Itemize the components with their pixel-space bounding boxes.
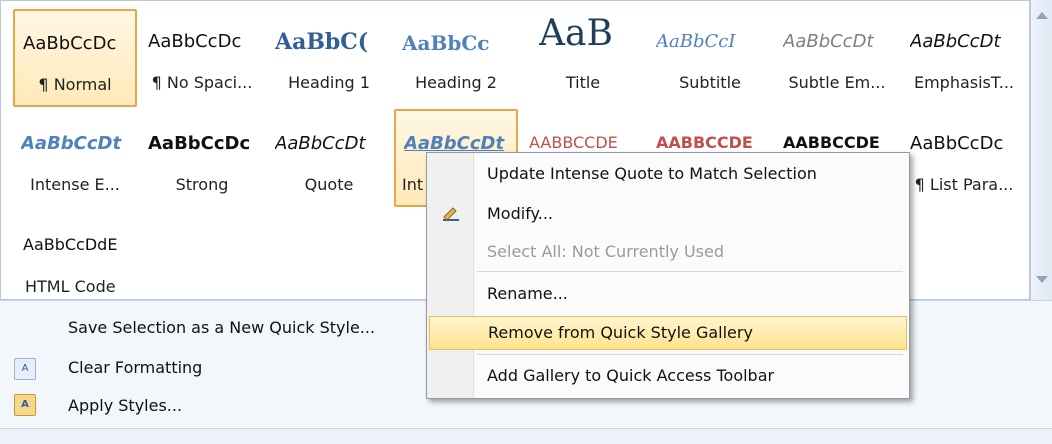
style-sample: AaBbCcDt <box>275 133 366 154</box>
style-html-code[interactable]: AaBbCcDdE HTML Code <box>13 213 137 311</box>
style-label: ¶ Normal <box>38 75 112 94</box>
menu-separator <box>477 271 903 272</box>
menu-separator <box>477 354 903 355</box>
menu-item-label: Remove from Quick Style Gallery <box>488 323 753 342</box>
style-heading-2[interactable]: AaBbCc Heading 2 <box>394 9 518 107</box>
menu-item-add-gallery-qat[interactable]: Add Gallery to Quick Access Toolbar <box>427 359 909 393</box>
menu-item-label: Add Gallery to Quick Access Toolbar <box>487 366 775 385</box>
style-label: Subtle Em... <box>788 73 886 92</box>
style-intense-emphasis[interactable]: AaBbCcDt Intense E... <box>13 111 137 209</box>
menu-item-remove-from-gallery[interactable]: Remove from Quick Style Gallery <box>429 316 907 350</box>
style-sample: AaBbCcDc <box>148 133 251 154</box>
style-subtitle[interactable]: AaBbCcI Subtitle <box>648 9 772 107</box>
style-label: EmphasisT... <box>913 73 1015 92</box>
style-sample: AaBbCcDdE <box>23 235 118 254</box>
style-emphasis[interactable]: AaBbCcDt EmphasisT... <box>902 9 1026 107</box>
style-normal[interactable]: AaBbCcDc ¶ Normal <box>13 9 137 107</box>
style-sample: AaBbCcDt <box>404 133 505 154</box>
style-context-menu: Update Intense Quote to Match Selection … <box>426 152 910 399</box>
apply-styles-icon: A <box>14 394 36 416</box>
style-heading-1[interactable]: AaBbC( Heading 1 <box>267 9 391 107</box>
style-label: Intense E... <box>30 175 120 194</box>
scroll-down-icon[interactable] <box>1036 276 1048 283</box>
style-label: Heading 1 <box>288 73 370 92</box>
style-sample: AaBbCc <box>402 31 490 55</box>
style-label: ¶ List Para... <box>914 175 1014 194</box>
menu-item-rename[interactable]: Rename... <box>427 277 909 311</box>
menu-item-label: Rename... <box>487 284 568 303</box>
style-sample: AaBbCcI <box>656 31 736 52</box>
style-sample: AaB <box>539 13 613 54</box>
style-sample: AABBCCDE <box>529 133 618 152</box>
menu-item-modify[interactable]: Modify... <box>427 197 909 231</box>
menu-item-label: Modify... <box>487 204 553 223</box>
menu-item-select-all: Select All: Not Currently Used <box>427 235 909 269</box>
style-sample: AaBbCcDt <box>21 133 122 154</box>
clear-formatting-command[interactable]: Clear Formatting <box>68 358 202 377</box>
scroll-up-icon[interactable] <box>1036 12 1048 19</box>
style-label: HTML Code <box>25 277 116 296</box>
style-label: Title <box>565 73 601 92</box>
style-subtle-emphasis[interactable]: AaBbCcDt Subtle Em... <box>775 9 899 107</box>
apply-styles-command[interactable]: Apply Styles... <box>68 396 182 415</box>
menu-item-label: Select All: Not Currently Used <box>487 242 725 261</box>
style-label: Subtitle <box>679 73 741 92</box>
style-label: Heading 2 <box>415 73 497 92</box>
gallery-scrollbar[interactable] <box>1030 0 1052 300</box>
style-sample: AaBbCcDc <box>148 31 242 52</box>
menu-item-update-to-match[interactable]: Update Intense Quote to Match Selection <box>427 157 909 191</box>
style-label: Strong <box>175 175 229 194</box>
style-label: Quote <box>304 175 354 194</box>
style-title[interactable]: AaB Title <box>521 9 645 107</box>
style-sample: AaBbCcDt <box>783 31 874 52</box>
status-strip <box>0 428 1052 444</box>
style-strong[interactable]: AaBbCcDc Strong <box>140 111 264 209</box>
menu-item-label: Update Intense Quote to Match Selection <box>487 164 817 183</box>
style-label: ¶ No Spaci... <box>151 73 253 92</box>
modify-icon <box>443 207 459 221</box>
style-no-spacing[interactable]: AaBbCcDc ¶ No Spaci... <box>140 9 264 107</box>
style-sample: AABBCCDE <box>656 133 753 152</box>
style-sample: AABBCCDE <box>783 133 880 152</box>
style-sample: AaBbC( <box>275 29 369 55</box>
style-quote[interactable]: AaBbCcDt Quote <box>267 111 391 209</box>
style-sample: AaBbCcDc <box>23 33 117 54</box>
clear-formatting-icon: A <box>14 358 36 380</box>
style-sample: AaBbCcDc <box>910 133 1004 154</box>
save-quick-style-command[interactable]: Save Selection as a New Quick Style... <box>68 318 375 337</box>
style-sample: AaBbCcDt <box>910 31 1001 52</box>
style-list-paragraph[interactable]: AaBbCcDc ¶ List Para... <box>902 111 1026 209</box>
